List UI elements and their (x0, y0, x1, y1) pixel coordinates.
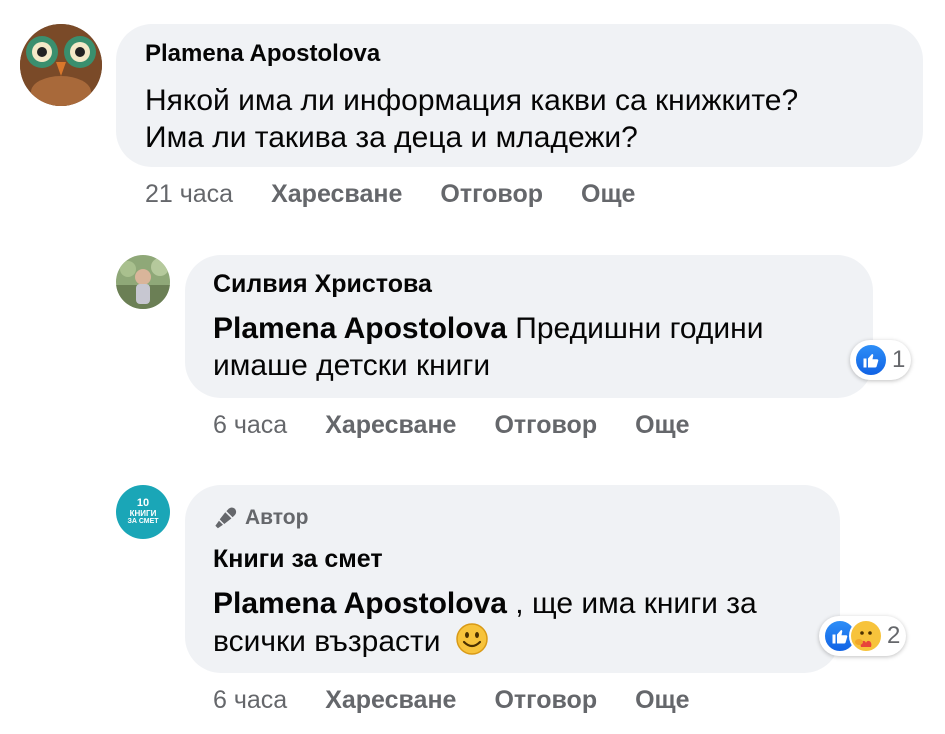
comment-text-3-line1: Plamena Apostolova , ще има книги за (213, 585, 757, 622)
thumbs-up-icon (832, 630, 848, 644)
comment-text-1-line2: Има ли такива за деца и младежи? (145, 121, 638, 154)
avatar-silvia[interactable] (116, 255, 170, 309)
comment-text-3-line2: всички възрасти (213, 622, 757, 660)
comment-author-1[interactable]: Plamena Apostolova (145, 40, 380, 68)
avatar-knigi-za-smet[interactable]: 10 КНИГИ ЗА СМЕТ (116, 485, 170, 539)
comment-actions-2: 6 часа Харесване Отговор Още (213, 411, 728, 440)
like-reaction-icon (854, 343, 888, 377)
author-badge-label: Автор (245, 506, 309, 529)
like-button-1[interactable]: Харесване (271, 180, 402, 208)
page-avatar-line2: КНИГИ (129, 509, 157, 518)
care-emoji-icon (852, 622, 880, 650)
comment-time-3[interactable]: 6 часа (213, 686, 287, 714)
reply-button-2[interactable]: Отговор (494, 411, 597, 439)
page-avatar-line1: 10 (136, 497, 150, 509)
thumbs-up-icon (863, 354, 879, 368)
comment-actions-3: 6 часа Харесване Отговор Още (213, 686, 728, 715)
mention-link-3[interactable]: Plamena Apostolova (213, 587, 507, 620)
comment-text-3-rest: , ще има книги за (506, 587, 757, 620)
comment-author-3[interactable]: Книги за смет (213, 545, 383, 574)
comment-text-2-rest: Предишни години (506, 312, 764, 345)
comment-time-2[interactable]: 6 часа (213, 411, 287, 439)
page-avatar-line3: ЗА СМЕТ (127, 518, 159, 525)
reactions-badge-3[interactable]: 2 (819, 616, 907, 656)
like-button-2[interactable]: Харесване (325, 411, 456, 439)
comment-actions-1: 21 часа Харесване Отговор Още (145, 180, 673, 209)
owl-avatar-image (20, 24, 102, 106)
comment-time-1[interactable]: 21 часа (145, 180, 233, 208)
silvia-avatar-image (116, 255, 170, 309)
like-button-3[interactable]: Харесване (325, 686, 456, 714)
microphone-icon (215, 507, 237, 529)
reactions-badge-2[interactable]: 1 (850, 340, 912, 380)
comment-text-1-line1: Някой има ли информация какви са книжкит… (145, 84, 799, 117)
comment-text-3-line2-text: всички възрасти (213, 625, 441, 658)
comment-text-1: Някой има ли информация какви са книжкит… (145, 82, 798, 156)
more-button-1[interactable]: Още (581, 180, 635, 208)
reactions-count-2: 1 (892, 346, 906, 373)
reactions-count-3: 2 (887, 622, 901, 649)
comment-text-2-line1: Plamena Apostolova Предишни години (213, 310, 763, 347)
reply-button-3[interactable]: Отговор (494, 686, 597, 714)
comment-text-3: Plamena Apostolova , ще има книги за вси… (213, 585, 757, 660)
author-badge: Автор (213, 505, 308, 531)
comment-text-2: Plamena Apostolova Предишни години имаше… (213, 310, 763, 384)
smiley-emoji-icon (456, 623, 488, 655)
comment-author-2[interactable]: Силвия Христова (213, 270, 432, 299)
reply-button-1[interactable]: Отговор (440, 180, 543, 208)
more-button-3[interactable]: Още (635, 686, 689, 714)
avatar-plamena[interactable] (20, 24, 102, 106)
more-button-2[interactable]: Още (635, 411, 689, 439)
comment-text-2-line2: имаше детски книги (213, 349, 491, 382)
mention-link-2[interactable]: Plamena Apostolova (213, 312, 507, 345)
care-reaction-icon (849, 619, 883, 653)
